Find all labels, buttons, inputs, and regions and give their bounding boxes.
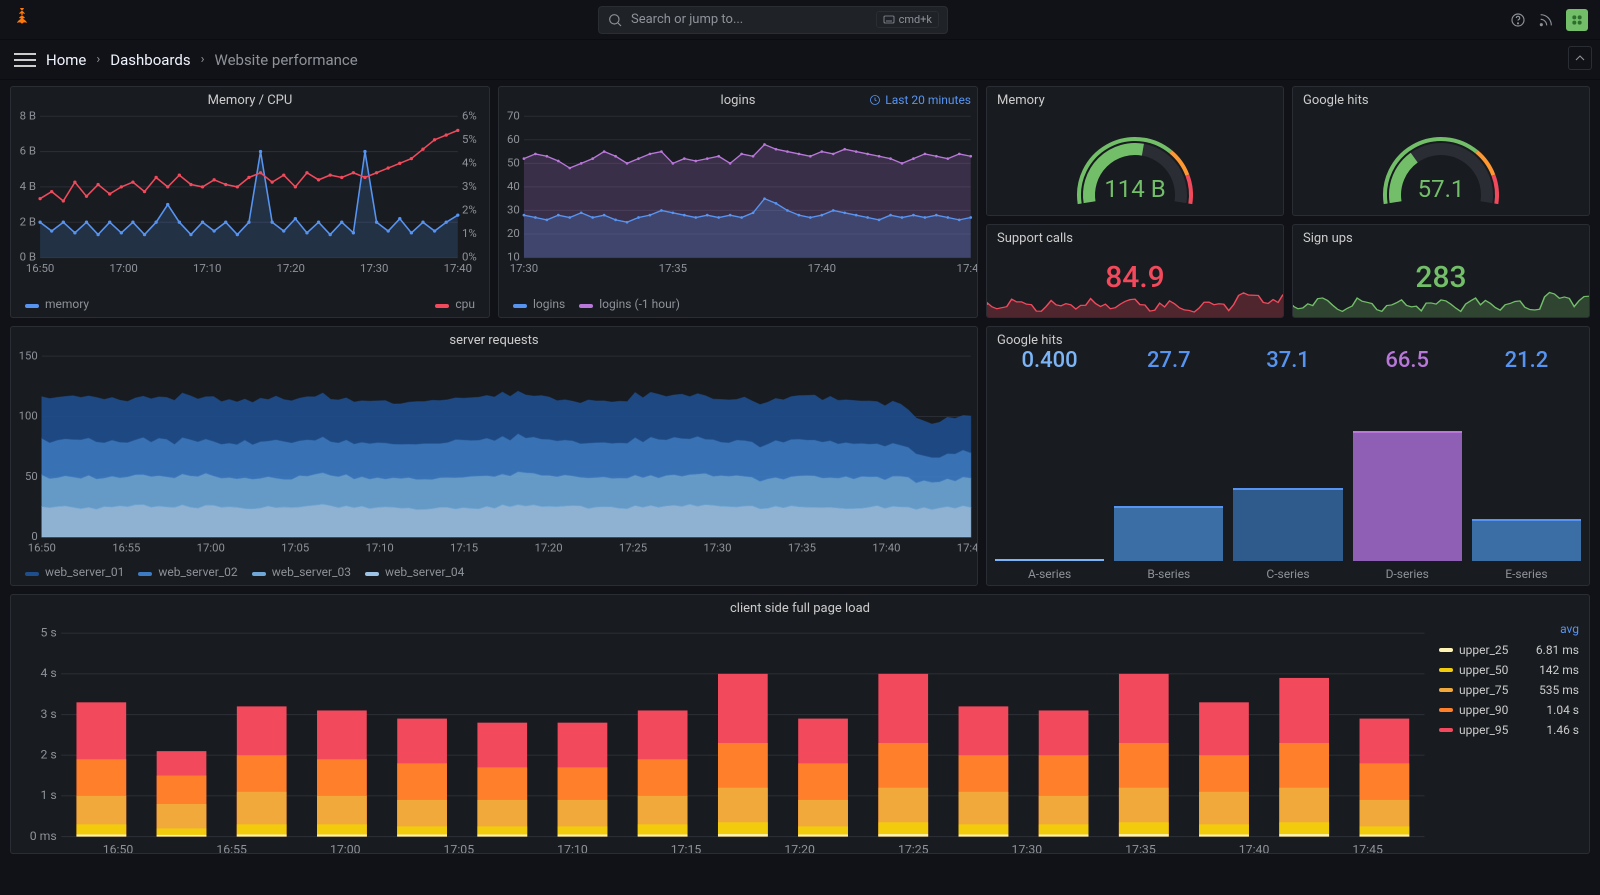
clock-icon xyxy=(869,94,881,106)
bar-D-series[interactable]: 66.5D-series xyxy=(1353,348,1462,581)
bar-C-series[interactable]: 37.1C-series xyxy=(1233,348,1342,581)
svg-text:5 s: 5 s xyxy=(40,627,56,641)
topbar: Search or jump to... cmd+k xyxy=(0,0,1600,40)
svg-text:3 s: 3 s xyxy=(40,708,56,722)
svg-text:50: 50 xyxy=(25,470,38,483)
svg-text:4 s: 4 s xyxy=(40,667,56,681)
svg-text:5%: 5% xyxy=(462,132,477,146)
breadcrumb-current: Website performance xyxy=(214,51,357,69)
svg-text:17:30: 17:30 xyxy=(360,261,388,275)
panel-sign-ups[interactable]: Sign ups 283 xyxy=(1292,224,1590,318)
bar-B-series[interactable]: 27.7B-series xyxy=(1114,348,1223,581)
svg-text:17:00: 17:00 xyxy=(197,541,225,554)
svg-text:17:00: 17:00 xyxy=(330,843,361,854)
search-placeholder: Search or jump to... xyxy=(631,12,743,27)
svg-text:17:10: 17:10 xyxy=(366,541,394,554)
svg-text:16:55: 16:55 xyxy=(112,541,140,554)
svg-text:50: 50 xyxy=(507,155,520,169)
panel-google-hits-bars[interactable]: Google hits 0.400A-series27.7B-series37.… xyxy=(986,326,1590,586)
svg-text:17:25: 17:25 xyxy=(619,541,647,554)
svg-text:40: 40 xyxy=(507,179,520,193)
svg-text:1 s: 1 s xyxy=(40,789,56,803)
panel-memory-gauge[interactable]: Memory 114 B xyxy=(986,86,1284,216)
svg-text:17:15: 17:15 xyxy=(671,843,702,854)
svg-text:17:35: 17:35 xyxy=(659,261,687,275)
svg-text:17:20: 17:20 xyxy=(534,541,562,554)
svg-text:17:45: 17:45 xyxy=(957,261,977,275)
svg-text:17:40: 17:40 xyxy=(872,541,900,554)
svg-text:17:40: 17:40 xyxy=(1239,843,1270,854)
help-icon[interactable] xyxy=(1510,12,1526,28)
svg-text:2 B: 2 B xyxy=(20,214,36,228)
panel-server-requests[interactable]: server requests 05010015016:5016:5517:00… xyxy=(10,326,978,586)
right-stats-column: Memory 114 B Google hits 57.1 Support ca… xyxy=(986,86,1590,318)
svg-text:3%: 3% xyxy=(462,179,477,193)
panel-memory-cpu[interactable]: Memory / CPU 0 B2 B4 B6 B8 B0%1%2%3%4%5%… xyxy=(10,86,490,318)
svg-text:17:30: 17:30 xyxy=(1012,843,1043,854)
svg-text:16:50: 16:50 xyxy=(28,541,56,554)
user-avatar[interactable] xyxy=(1566,9,1588,31)
breadcrumb-bar: Home › Dashboards › Website performance xyxy=(0,40,1600,80)
svg-text:8 B: 8 B xyxy=(20,110,36,122)
breadcrumb-home[interactable]: Home xyxy=(46,51,86,69)
svg-text:60: 60 xyxy=(507,132,520,146)
menu-toggle[interactable] xyxy=(14,49,36,71)
svg-text:4%: 4% xyxy=(462,155,477,169)
svg-text:17:05: 17:05 xyxy=(444,843,475,854)
svg-text:6 B: 6 B xyxy=(20,144,36,158)
svg-text:17:45: 17:45 xyxy=(957,541,977,554)
bar-E-series[interactable]: 21.2E-series xyxy=(1472,348,1581,581)
panel-logins[interactable]: logins Last 20 minutes 1020304050607017:… xyxy=(498,86,978,318)
svg-text:17:15: 17:15 xyxy=(450,541,478,554)
svg-text:16:50: 16:50 xyxy=(26,261,54,275)
svg-text:17:40: 17:40 xyxy=(444,261,472,275)
svg-text:17:25: 17:25 xyxy=(898,843,929,854)
svg-text:16:50: 16:50 xyxy=(103,843,134,854)
svg-text:150: 150 xyxy=(19,350,38,362)
global-search[interactable]: Search or jump to... cmd+k xyxy=(598,6,948,34)
grafana-logo[interactable] xyxy=(12,6,36,34)
panel-client-page-load[interactable]: client side full page load 0 ms1 s2 s3 s… xyxy=(10,594,1590,854)
collapse-toggle[interactable] xyxy=(1568,46,1592,70)
svg-text:70: 70 xyxy=(507,110,520,122)
svg-text:17:30: 17:30 xyxy=(703,541,731,554)
svg-text:100: 100 xyxy=(19,410,38,423)
svg-text:17:30: 17:30 xyxy=(510,261,538,275)
svg-text:1%: 1% xyxy=(462,226,477,240)
panel-google-hits-gauge[interactable]: Google hits 57.1 xyxy=(1292,86,1590,216)
svg-text:6%: 6% xyxy=(462,110,477,122)
svg-text:2%: 2% xyxy=(462,203,477,217)
breadcrumb-dashboards[interactable]: Dashboards xyxy=(110,51,190,69)
svg-text:17:35: 17:35 xyxy=(788,541,816,554)
chevron-up-icon xyxy=(1572,50,1588,66)
svg-text:20: 20 xyxy=(507,226,520,240)
svg-text:17:00: 17:00 xyxy=(109,261,137,275)
rss-icon[interactable] xyxy=(1538,12,1554,28)
time-range-badge[interactable]: Last 20 minutes xyxy=(869,93,971,107)
panel-support-calls[interactable]: Support calls 84.9 xyxy=(986,224,1284,318)
svg-text:17:10: 17:10 xyxy=(193,261,221,275)
svg-text:30: 30 xyxy=(507,203,520,217)
svg-text:17:40: 17:40 xyxy=(808,261,836,275)
svg-text:57.1: 57.1 xyxy=(1418,175,1465,203)
svg-text:16:55: 16:55 xyxy=(216,843,247,854)
svg-text:17:20: 17:20 xyxy=(277,261,305,275)
svg-text:17:35: 17:35 xyxy=(1125,843,1156,854)
svg-text:17:10: 17:10 xyxy=(557,843,588,854)
svg-text:17:05: 17:05 xyxy=(281,541,309,554)
panel-title: Memory / CPU xyxy=(11,87,489,110)
svg-text:114 B: 114 B xyxy=(1104,175,1165,203)
search-icon xyxy=(607,12,623,28)
svg-text:0 ms: 0 ms xyxy=(30,830,57,844)
svg-text:17:20: 17:20 xyxy=(784,843,815,854)
search-kbd: cmd+k xyxy=(876,11,939,28)
svg-text:4 B: 4 B xyxy=(20,179,36,193)
bar-A-series[interactable]: 0.400A-series xyxy=(995,348,1104,581)
page-load-legend: avgupper_256.81 msupper_50142 msupper_75… xyxy=(1439,622,1579,847)
svg-text:2 s: 2 s xyxy=(40,749,56,763)
svg-text:17:45: 17:45 xyxy=(1352,843,1383,854)
